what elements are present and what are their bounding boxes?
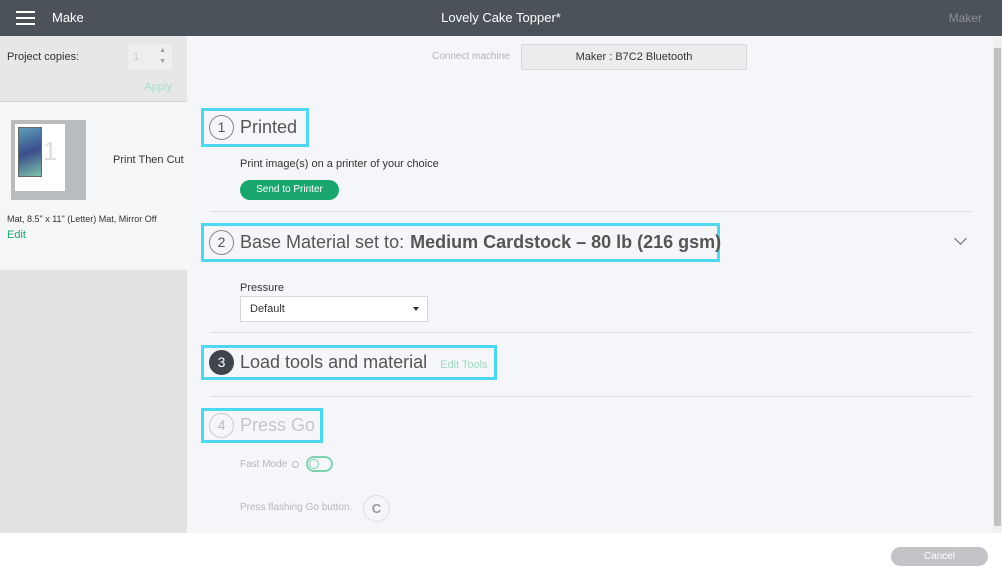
project-title: Lovely Cake Topper* (441, 10, 561, 25)
divider (210, 332, 972, 333)
fast-mode-toggle[interactable] (306, 456, 333, 472)
pressure-select[interactable]: Default (240, 296, 428, 322)
step-4-header: 4 Press Go (209, 413, 315, 438)
step-number: 3 (209, 350, 234, 375)
caret-down-icon (413, 307, 419, 311)
connect-machine-button[interactable]: Maker : B7C2 Bluetooth (521, 44, 747, 70)
step-title: Press Go (240, 415, 316, 435)
pressure-value: Default (250, 303, 285, 315)
copies-value: 1 (133, 51, 140, 63)
step-title: Base Material set to: (240, 232, 405, 252)
press-go-text: Press flashing Go button. (240, 502, 353, 513)
mat-type-label: Print Then Cut (113, 154, 184, 166)
project-copies-input[interactable]: 1 ▲ ▼ (128, 44, 172, 70)
print-description: Print image(s) on a printer of your choi… (240, 158, 439, 170)
top-bar: Make Lovely Cake Topper* Maker (0, 0, 1002, 36)
connect-machine-label: Connect machine (432, 51, 510, 62)
info-icon[interactable] (292, 461, 299, 468)
send-to-printer-button[interactable]: Send to Printer (240, 180, 339, 200)
divider (210, 211, 972, 212)
divider (210, 396, 972, 397)
material-name: Medium Cardstock – 80 lb (216 gsm) (410, 232, 722, 252)
project-copies-section: Project copies: 1 ▲ ▼ Apply (0, 36, 187, 102)
machine-label: Maker (948, 11, 982, 25)
increment-icon[interactable]: ▲ (159, 47, 166, 54)
step-number: 1 (209, 115, 234, 140)
edit-mat-link[interactable]: Edit (7, 229, 26, 241)
mat-item[interactable]: 1 Print Then Cut Mat, 8.5" x 11" (Letter… (0, 102, 187, 270)
decrement-icon[interactable]: ▼ (159, 58, 166, 65)
go-button-icon: C (363, 495, 390, 522)
design-thumbnail (18, 127, 42, 177)
pressure-label: Pressure (240, 282, 285, 294)
cancel-button[interactable]: Cancel (891, 547, 988, 566)
step-title: Load tools and material (240, 352, 428, 372)
edit-tools-link[interactable]: Edit Tools (440, 359, 488, 371)
step-1-header: 1 Printed (209, 115, 297, 140)
step-2-header: 2 Base Material set to: Medium Cardstock … (209, 230, 721, 255)
bottom-left-area (0, 533, 187, 578)
step-3-header: 3 Load tools and material Edit Tools (209, 350, 488, 375)
scrollbar-thumb[interactable] (994, 48, 1001, 526)
step-number: 4 (209, 413, 234, 438)
chevron-down-icon[interactable] (954, 232, 967, 245)
fast-mode-label: Fast Mode (240, 459, 288, 470)
step-title: Printed (240, 117, 298, 137)
scrollbar[interactable] (993, 36, 1002, 533)
footer: Cancel (187, 533, 1002, 578)
step-number: 2 (209, 230, 234, 255)
project-copies-label: Project copies: (7, 51, 80, 63)
mat-info: Mat, 8.5" x 11" (Letter) Mat, Mirror Off (7, 214, 157, 224)
mat-preview[interactable]: 1 (11, 120, 86, 200)
mat-number-icon: 1 (43, 136, 58, 166)
apply-button[interactable]: Apply (144, 81, 172, 93)
left-panel: Project copies: 1 ▲ ▼ Apply 1 Print Then… (0, 36, 187, 533)
